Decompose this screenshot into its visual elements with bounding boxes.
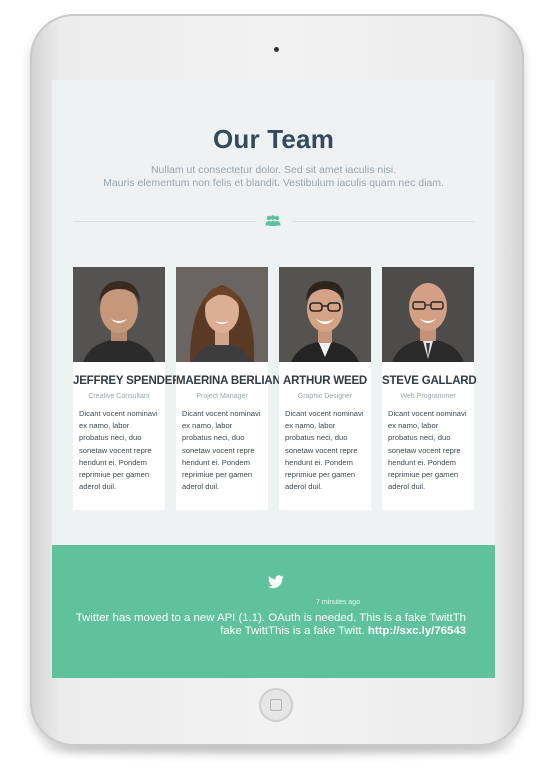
member-name: MAERINA BERLIANA [176,375,289,387]
tweet-line-2-text: fake TwittThis is a fake Twitt. [220,625,365,637]
member-bio: Dicant vocent nominavi ex namo, labor pr… [285,409,364,492]
home-button[interactable] [259,688,293,722]
tweet-text: Twitter has moved to a new API (1.1). OA… [72,612,466,638]
member-role: Project Manager [196,393,248,400]
divider-right [292,221,474,222]
tweet-line-1: Twitter has moved to a new API (1.1). OA… [75,612,466,624]
tweet-line-2: fake TwittThis is a fake Twitt. http://s… [72,625,466,638]
tablet-frame: Our Team Nullam ut consectetur dolor. Se… [30,14,524,746]
member-name: ARTHUR WEED [282,375,368,387]
member-role: Graphic Designer [297,393,353,400]
member-role: Web Programmer [400,393,456,400]
member-name: JEFFREY SPENDER [73,375,181,387]
tablet-screen: Our Team Nullam ut consectetur dolor. Se… [52,80,495,678]
member-bio: Dicant vocent nominavi ex namo, labor pr… [388,409,467,492]
subtitle-line-2: Mauris elementum non felis et blandit. V… [103,177,444,189]
team-photo-jeffrey [73,267,165,362]
team-photo-maerina [176,267,268,362]
page-title: Our Team [212,124,335,154]
member-bio: Dicant vocent nominavi ex namo, labor pr… [182,409,261,492]
section-subtitle: Nullam ut consectetur dolor. Sed sit ame… [52,164,495,190]
subtitle-line-1: Nullam ut consectetur dolor. Sed sit ame… [150,164,397,176]
team-photo-arthur [279,267,371,362]
home-square-icon [270,699,282,711]
divider-left [74,221,256,222]
team-card: JEFFREY SPENDER Creative Consultant Dica… [73,267,181,510]
member-name: STEVE GALLARD [382,375,477,387]
twitter-section: 7 minutes ago Twitter has moved to a new… [52,545,495,678]
tweet-link[interactable]: http://sxc.ly/76543 [368,625,466,637]
team-photo-steve [382,267,474,362]
member-bio: Dicant vocent nominavi ex namo, labor pr… [79,409,158,492]
team-card: STEVE GALLARD Web Programmer Dicant voce… [382,267,477,510]
twitter-bird-icon[interactable] [268,575,284,589]
team-card: ARTHUR WEED Graphic Designer Dicant voce… [279,267,371,510]
group-icon [265,215,281,226]
member-role: Creative Consultant [88,393,150,400]
camera-icon [274,47,279,52]
team-card: MAERINA BERLIANA Project Manager Dicant … [176,267,289,510]
tweet-timestamp: 7 minutes ago [316,599,360,606]
